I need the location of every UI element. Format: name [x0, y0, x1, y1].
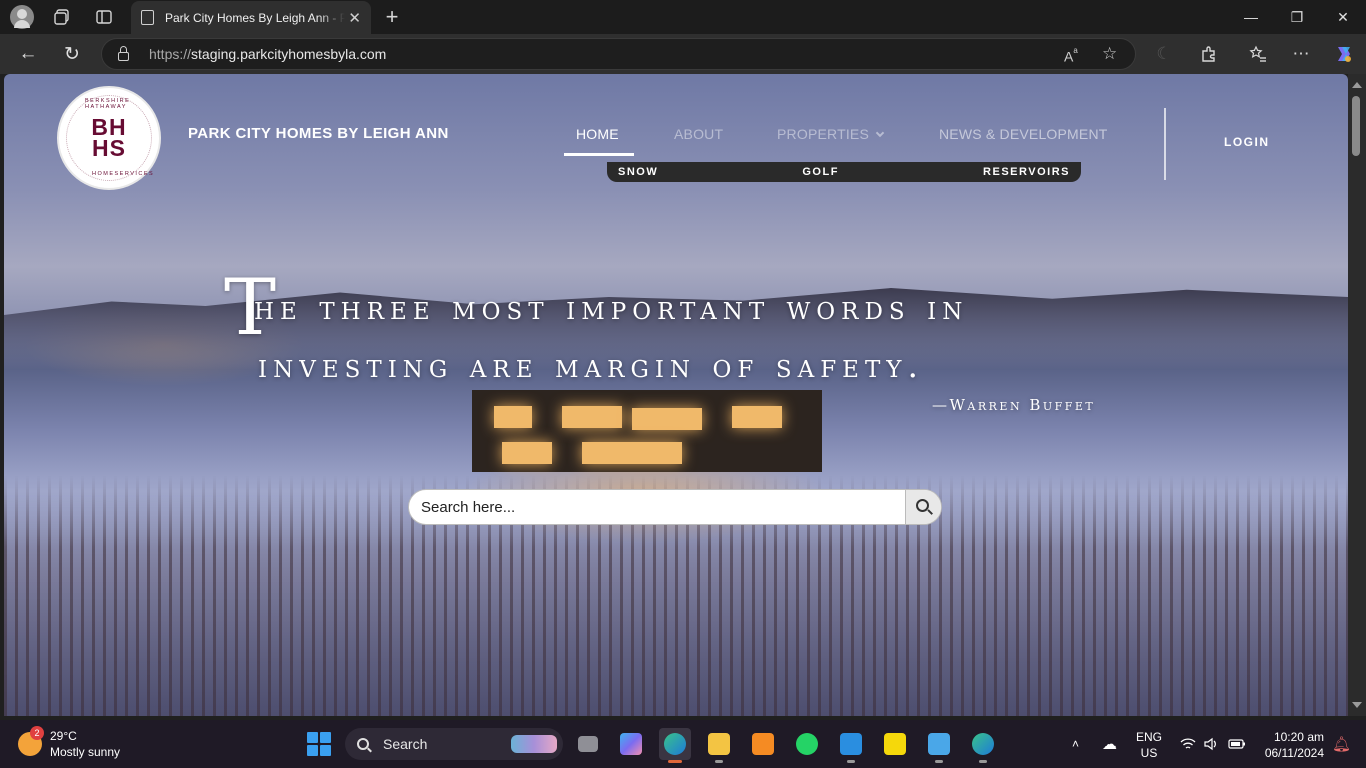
page-icon — [141, 10, 154, 25]
taskbar-search[interactable]: Search — [345, 728, 563, 760]
edge-taskbar-icon[interactable] — [659, 728, 691, 763]
nav-active-underline — [564, 153, 634, 156]
nav-news-development[interactable]: NEWS & DEVELOPMENT — [939, 126, 1108, 142]
notification-badge: 2 — [30, 726, 44, 740]
nav-properties-label: PROPERTIES — [777, 126, 869, 142]
clock-time: 10:20 am — [1273, 730, 1324, 744]
address-bar[interactable]: https:// staging.parkcityhomesbyla.com A… — [101, 38, 1136, 70]
favorite-star-icon[interactable]: ☆ — [1102, 44, 1117, 64]
whatsapp-icon[interactable] — [791, 728, 823, 760]
onedrive-icon[interactable]: ☁ — [1102, 720, 1117, 768]
weather-temperature: 29°C — [50, 729, 77, 743]
lock-icon[interactable] — [118, 46, 129, 61]
browser-tab-bar: Park City Homes By Leigh Ann - Park City… — [0, 0, 1366, 34]
tab-title: Park City Homes By Leigh Ann - Park City — [165, 10, 345, 25]
new-tab-button[interactable]: + — [380, 4, 404, 29]
back-button[interactable]: ← — [16, 42, 40, 66]
scrollbar-thumb[interactable] — [1352, 96, 1360, 156]
tab-close-icon[interactable]: ✕ — [348, 9, 361, 27]
clock-date: 06/11/2024 — [1264, 746, 1324, 760]
weather-widget[interactable]: 2 29°C Mostly sunny — [18, 726, 121, 760]
battery-icon[interactable] — [1228, 720, 1246, 768]
more-options-icon[interactable]: ⋯ — [1289, 42, 1313, 66]
properties-submenu: SNOW GOLF RESERVOIRS — [607, 162, 1081, 182]
windows-taskbar: 2 29°C Mostly sunny Search ˄ ☁ ENG US 10… — [0, 720, 1366, 768]
login-link[interactable]: LOGIN — [1224, 135, 1270, 149]
edge-profile-icon[interactable] — [967, 728, 999, 763]
xampp-icon[interactable] — [747, 728, 779, 760]
workspaces-icon[interactable] — [50, 5, 74, 29]
browser-toolbar: ← ↻ https:// staging.parkcityhomesbyla.c… — [0, 34, 1366, 74]
hero-house-image — [472, 390, 822, 472]
close-window-button[interactable]: ✕ — [1320, 0, 1366, 34]
minimize-button[interactable]: — — [1228, 0, 1274, 34]
quote-line-1: he three most important words in — [254, 288, 969, 327]
copilot-taskbar-icon[interactable] — [615, 728, 647, 760]
bhhs-logo[interactable]: BERKSHIRE HATHAWAY BH HS HOMESERVICES — [57, 86, 161, 190]
search-icon — [915, 499, 929, 512]
chevron-down-icon — [875, 128, 885, 138]
header-divider — [1164, 108, 1166, 180]
volume-icon[interactable] — [1203, 720, 1219, 768]
logo-arc-top: BERKSHIRE HATHAWAY — [85, 98, 131, 110]
submenu-item-reservoirs[interactable]: RESERVOIRS — [983, 166, 1070, 178]
extensions-icon[interactable] — [1197, 42, 1221, 66]
vscode-icon[interactable] — [835, 728, 867, 763]
maximize-button[interactable]: ❐ — [1274, 0, 1320, 34]
browser-tab-active[interactable]: Park City Homes By Leigh Ann - Park City… — [131, 1, 371, 34]
taskbar-search-label: Search — [383, 736, 428, 752]
refresh-button[interactable]: ↻ — [60, 42, 84, 66]
submenu-item-snow[interactable]: SNOW — [618, 166, 658, 178]
logo-arc-bottom: HOMESERVICES — [92, 171, 155, 177]
submenu-item-golf[interactable]: GOLF — [802, 166, 839, 178]
file-explorer-icon[interactable] — [703, 728, 735, 763]
hero-search — [408, 489, 942, 525]
system-clock[interactable]: 10:20 am 06/11/2024 — [1258, 729, 1324, 761]
tab-actions-icon[interactable] — [92, 5, 116, 29]
moon-extension-icon[interactable]: ☾ — [1152, 42, 1176, 66]
notification-bell-icon[interactable]: 🔔︎ — [1332, 720, 1351, 768]
task-view-icon[interactable] — [572, 728, 604, 760]
quote-attribution: —Warren Buffet — [932, 396, 1096, 414]
scroll-up-arrow-icon[interactable] — [1352, 82, 1362, 88]
search-input[interactable] — [409, 490, 907, 524]
sticky-notes-icon[interactable] — [879, 728, 911, 760]
language-indicator[interactable]: ENG US — [1136, 729, 1162, 761]
url-protocol: https:// — [149, 46, 192, 62]
page-viewport: BERKSHIRE HATHAWAY BH HS HOMESERVICES PA… — [4, 74, 1348, 716]
favorites-icon[interactable] — [1246, 42, 1270, 66]
sun-icon: 2 — [18, 726, 44, 756]
scroll-down-arrow-icon[interactable] — [1352, 702, 1362, 708]
wifi-icon[interactable] — [1180, 720, 1196, 768]
start-button[interactable] — [307, 732, 331, 756]
search-button[interactable] — [905, 490, 941, 524]
weather-condition: Mostly sunny — [50, 745, 121, 759]
quote-line-2: investing are margin of safety. — [258, 346, 924, 385]
profile-icon[interactable] — [10, 5, 34, 29]
copilot-icon[interactable] — [1332, 42, 1356, 66]
notepad-icon[interactable] — [923, 728, 955, 763]
nav-about[interactable]: ABOUT — [674, 126, 723, 142]
url-host: staging.parkcityhomesbyla.com — [191, 46, 387, 62]
show-hidden-icons[interactable]: ˄ — [1072, 720, 1079, 768]
site-title[interactable]: PARK CITY HOMES BY LEIGH ANN — [188, 125, 449, 142]
search-highlight-image — [511, 735, 557, 753]
read-aloud-icon[interactable]: Aᵃ — [1064, 46, 1078, 65]
nav-home[interactable]: HOME — [576, 126, 619, 142]
page-scrollbar[interactable] — [1348, 74, 1366, 716]
search-icon — [357, 738, 369, 750]
nav-properties[interactable]: PROPERTIES — [777, 126, 885, 142]
